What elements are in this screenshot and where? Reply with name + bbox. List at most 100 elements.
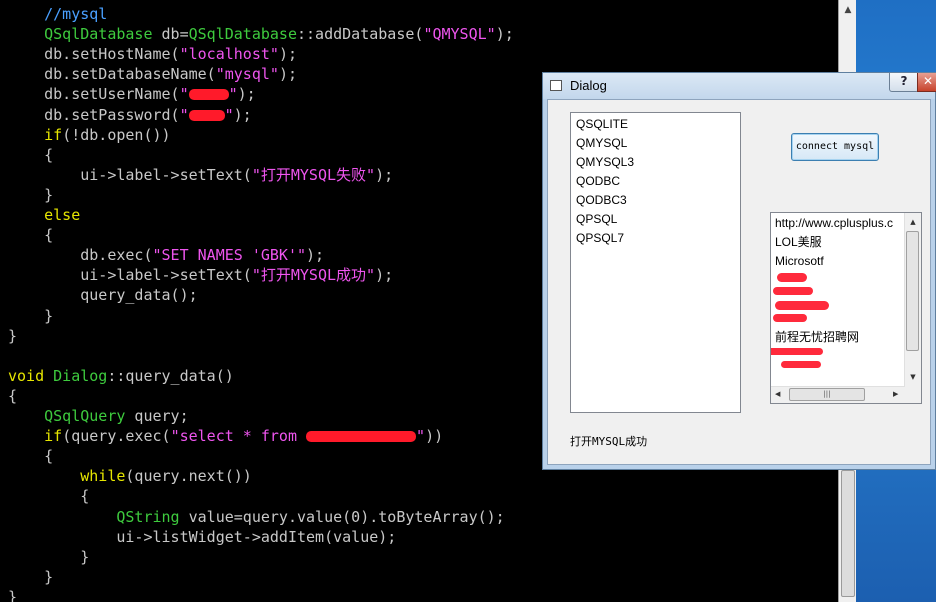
result-list-vertical-scrollbar[interactable]: ▲ ▼	[904, 213, 921, 387]
code-line: db.setDatabaseName("mysql");	[8, 64, 297, 84]
driver-list-item[interactable]: QPSQL7	[576, 229, 624, 248]
driver-list-item[interactable]: QODBC	[576, 172, 620, 191]
code-line: void Dialog::query_data()	[8, 366, 234, 386]
code-text: );	[237, 85, 256, 104]
code-token: "QMYSQL"	[423, 25, 496, 44]
driver-list-item[interactable]: QMYSQL	[576, 134, 627, 153]
help-button[interactable]: ?	[889, 73, 919, 92]
code-text: );	[233, 105, 252, 124]
code-text: {	[8, 386, 18, 405]
code-token: Dialog	[53, 366, 108, 385]
code-text: );	[278, 65, 297, 84]
redaction-mark	[188, 109, 225, 121]
scroll-left-arrow-icon[interactable]: ◀	[775, 390, 780, 398]
result-list[interactable]: http://www.cplusplus.c LOL美服 Microsotf 前…	[770, 212, 922, 404]
code-token: QString	[116, 507, 180, 526]
code-token: "localhost"	[179, 45, 279, 64]
scroll-down-arrow-icon[interactable]: ▼	[908, 373, 918, 381]
code-line: }	[8, 185, 53, 205]
driver-list[interactable]: QSQLITE QMYSQL QMYSQL3 QODBC QODBC3 QPSQ…	[570, 112, 741, 413]
redaction-mark	[771, 348, 823, 355]
code-line: if(!db.open())	[8, 125, 170, 145]
code-text: );	[495, 25, 514, 44]
result-list-item[interactable]: http://www.cplusplus.c	[775, 214, 893, 233]
code-token: while	[80, 467, 126, 486]
code-text: }	[8, 326, 18, 345]
code-text: }	[8, 185, 54, 204]
redaction-mark	[775, 301, 829, 310]
code-line: {	[8, 386, 17, 406]
driver-list-item[interactable]: QPSQL	[576, 210, 617, 229]
code-text: ui->listWidget->addItem(value);	[8, 527, 397, 546]
dialog-titlebar[interactable]: Dialog ? ✕	[543, 73, 936, 99]
code-token: QSqlDatabase	[188, 25, 297, 44]
code-text: );	[306, 246, 325, 265]
close-button[interactable]: ✕	[917, 73, 936, 92]
code-token: QSqlDatabase	[44, 25, 153, 44]
code-token: "	[228, 85, 238, 104]
code-text: );	[278, 45, 297, 64]
redaction-mark	[773, 287, 813, 295]
code-line: QString value=query.value(0).toByteArray…	[8, 507, 504, 527]
code-text: ::query_data()	[107, 366, 234, 385]
scroll-up-arrow-icon[interactable]: ▲	[841, 3, 855, 17]
result-list-item[interactable]: Microsotf	[775, 252, 824, 271]
code-token: else	[44, 206, 81, 224]
code-line: db.exec("SET NAMES 'GBK'");	[8, 245, 324, 265]
code-line: {	[8, 486, 89, 506]
code-token: "打开MYSQL失败"	[251, 165, 376, 184]
code-line: db.setHostName("localhost");	[8, 44, 297, 64]
code-text: db.setHostName(	[8, 45, 180, 64]
code-line: }	[8, 547, 89, 567]
result-list-horizontal-scrollbar[interactable]: ◀ ||| ▶	[771, 386, 905, 403]
code-text: {	[8, 145, 54, 164]
result-list-item[interactable]: 前程无忧招聘网	[775, 328, 859, 347]
code-line: //mysql	[8, 4, 107, 24]
code-token: "select * from	[170, 427, 307, 446]
result-list-scroll-thumb[interactable]	[906, 231, 919, 351]
code-text: ::addDatabase(	[297, 25, 424, 44]
code-line: }	[8, 587, 17, 602]
code-token: "	[179, 85, 189, 104]
driver-list-item[interactable]: QSQLITE	[576, 115, 628, 134]
code-text: }	[8, 306, 54, 325]
code-line: {	[8, 145, 53, 165]
editor-scroll-thumb[interactable]	[841, 470, 855, 597]
scroll-up-arrow-icon[interactable]: ▲	[908, 218, 918, 226]
code-token: if	[44, 125, 63, 144]
result-list-item[interactable]: LOL美服	[775, 233, 822, 252]
code-token: "	[179, 105, 189, 124]
driver-list-item[interactable]: QODBC3	[576, 191, 627, 210]
code-text: {	[8, 447, 54, 466]
code-line: {	[8, 225, 53, 245]
status-label: 打开MYSQL成功	[570, 435, 648, 448]
result-list-hscroll-thumb[interactable]: |||	[789, 388, 865, 401]
code-text: }	[8, 567, 54, 586]
scroll-right-arrow-icon[interactable]: ▶	[893, 390, 898, 398]
redaction-mark	[188, 89, 229, 101]
code-token: "	[224, 105, 234, 124]
connect-mysql-button[interactable]: connect mysql	[791, 133, 879, 161]
code-line: while(query.next())	[8, 466, 252, 486]
redaction-mark	[773, 314, 807, 322]
code-text: db.exec(	[8, 246, 153, 265]
code-line: db.setPassword(" ");	[8, 105, 252, 125]
code-line: QSqlQuery query;	[8, 406, 189, 426]
code-token: "打开MYSQL成功"	[251, 266, 376, 285]
driver-list-item[interactable]: QMYSQL3	[576, 153, 634, 172]
code-text: db.setPassword(	[8, 105, 180, 124]
code-text: );	[375, 266, 394, 285]
code-line: else	[8, 205, 80, 225]
dialog-client-area: QSQLITE QMYSQL QMYSQL3 QODBC QODBC3 QPSQ…	[547, 99, 931, 465]
code-line: {	[8, 446, 53, 466]
code-line: ui->listWidget->addItem(value);	[8, 527, 396, 547]
code-line: }	[8, 306, 53, 326]
dialog-window: Dialog ? ✕ QSQLITE QMYSQL QMYSQL3 QODBC …	[542, 72, 936, 470]
scrollbar-corner	[905, 387, 921, 403]
dialog-title: Dialog	[570, 78, 607, 93]
